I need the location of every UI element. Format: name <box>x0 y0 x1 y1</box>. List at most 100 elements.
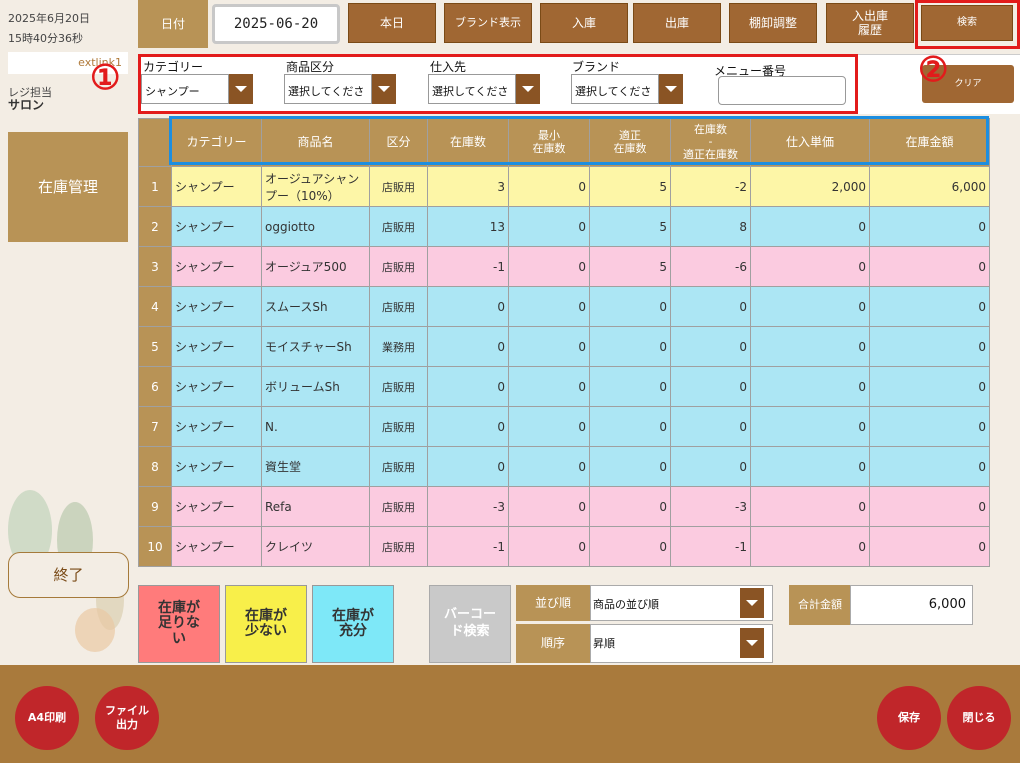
cell-category: シャンプー <box>171 526 262 567</box>
cell-stock: -3 <box>427 486 509 527</box>
cell-unit-price: 0 <box>750 446 870 487</box>
cell-unit-price: 0 <box>750 526 870 567</box>
cell-category: シャンプー <box>171 326 262 367</box>
file-output-button[interactable]: ファイル 出力 <box>95 686 159 750</box>
save-button[interactable]: 保存 <box>877 686 941 750</box>
row-index: 2 <box>138 206 172 247</box>
cell-proper-stock: 0 <box>589 486 671 527</box>
barcode-search-button[interactable]: バーコー ド検索 <box>429 585 511 663</box>
row-index: 6 <box>138 366 172 407</box>
table-row[interactable]: 4 シャンプー スムースSh 店販用 0 0 0 0 0 0 <box>138 286 990 327</box>
legend-enough[interactable]: 在庫が 充分 <box>312 585 394 663</box>
legend-shortage[interactable]: 在庫が 足りな い <box>138 585 220 663</box>
cell-kubun: 店販用 <box>369 406 428 447</box>
cell-amount: 0 <box>869 446 990 487</box>
cell-category: シャンプー <box>171 246 262 287</box>
header-amount[interactable]: 在庫金額 <box>869 118 990 167</box>
row-index: 3 <box>138 246 172 287</box>
table-row[interactable]: 6 シャンプー ボリュームSh 店販用 0 0 0 0 0 0 <box>138 366 990 407</box>
cell-min-stock: 0 <box>508 526 590 567</box>
search-button[interactable]: 検索 <box>921 5 1013 41</box>
header-product-name[interactable]: 商品名 <box>261 118 370 167</box>
a4-print-button[interactable]: A4印刷 <box>15 686 79 750</box>
cell-proper-stock: 0 <box>589 366 671 407</box>
cell-amount: 0 <box>869 206 990 247</box>
stock-out-button[interactable]: 出庫 <box>633 3 721 43</box>
brand-select[interactable]: 選択してくださ <box>571 74 659 104</box>
brand-label: ブランド <box>572 60 621 74</box>
header-unit-price[interactable]: 仕入単価 <box>750 118 870 167</box>
cell-category: シャンプー <box>171 406 262 447</box>
cell-proper-stock: 0 <box>589 406 671 447</box>
cell-category: シャンプー <box>171 486 262 527</box>
table-row[interactable]: 8 シャンプー 資生堂 店販用 0 0 0 0 0 0 <box>138 446 990 487</box>
cell-unit-price: 0 <box>750 366 870 407</box>
marker-1: ① <box>90 58 121 98</box>
today-button[interactable]: 本日 <box>348 3 436 43</box>
product-type-label: 商品区分 <box>286 60 335 74</box>
cell-min-stock: 0 <box>508 286 590 327</box>
end-button[interactable]: 終了 <box>8 552 129 598</box>
cell-stock-diff: -6 <box>670 246 751 287</box>
header-proper-stock[interactable]: 適正 在庫数 <box>589 118 671 167</box>
row-index: 8 <box>138 446 172 487</box>
category-select[interactable]: シャンプー <box>141 74 229 104</box>
chevron-down-icon[interactable] <box>229 74 253 104</box>
header-stock[interactable]: 在庫数 <box>427 118 509 167</box>
table-row[interactable]: 10 シャンプー クレイツ 店販用 -1 0 0 -1 0 0 <box>138 526 990 567</box>
cell-amount: 6,000 <box>869 166 990 207</box>
cell-product-name: スムースSh <box>261 286 370 327</box>
supplier-select[interactable]: 選択してくださ <box>428 74 516 104</box>
table-header-row: カテゴリー 商品名 区分 在庫数 最小 在庫数 適正 在庫数 在庫数 - 適正在… <box>138 118 990 167</box>
cell-product-name: クレイツ <box>261 526 370 567</box>
menu-number-input[interactable] <box>718 76 846 105</box>
inventory-table: カテゴリー 商品名 区分 在庫数 最小 在庫数 適正 在庫数 在庫数 - 適正在… <box>138 118 990 567</box>
current-date: 2025年6月20日 <box>8 12 90 25</box>
cell-min-stock: 0 <box>508 486 590 527</box>
cell-stock-diff: 0 <box>670 446 751 487</box>
cell-product-name: Refa <box>261 486 370 527</box>
table-row[interactable]: 3 シャンプー オージュア500 店販用 -1 0 5 -6 0 0 <box>138 246 990 287</box>
cell-stock: 3 <box>427 166 509 207</box>
header-category[interactable]: カテゴリー <box>171 118 262 167</box>
header-min-stock[interactable]: 最小 在庫数 <box>508 118 590 167</box>
cell-stock: 0 <box>427 446 509 487</box>
header-kubun[interactable]: 区分 <box>369 118 428 167</box>
close-button[interactable]: 閉じる <box>947 686 1011 750</box>
table-row[interactable]: 7 シャンプー N. 店販用 0 0 0 0 0 0 <box>138 406 990 447</box>
table-row[interactable]: 2 シャンプー oggiotto 店販用 13 0 5 8 0 0 <box>138 206 990 247</box>
legend-low[interactable]: 在庫が 少ない <box>225 585 307 663</box>
inventory-management-tile[interactable]: 在庫管理 <box>8 132 128 242</box>
cell-unit-price: 0 <box>750 286 870 327</box>
stocktake-adjust-button[interactable]: 棚卸調整 <box>729 3 817 43</box>
product-type-select[interactable]: 選択してくださ <box>284 74 372 104</box>
cell-kubun: 店販用 <box>369 366 428 407</box>
date-field[interactable]: 2025-06-20 <box>212 4 340 44</box>
cell-proper-stock: 0 <box>589 326 671 367</box>
stock-in-button[interactable]: 入庫 <box>540 3 628 43</box>
chevron-down-icon[interactable] <box>372 74 396 104</box>
cell-amount: 0 <box>869 246 990 287</box>
chevron-down-icon[interactable] <box>659 74 683 104</box>
staff-name: サロン <box>8 98 45 112</box>
brand-display-button[interactable]: ブランド表示 <box>444 3 532 43</box>
cell-min-stock: 0 <box>508 406 590 447</box>
table-row[interactable]: 1 シャンプー オージュアシャンプー（10%） 店販用 3 0 5 -2 2,000 6,000 <box>138 166 990 207</box>
cell-proper-stock: 5 <box>589 246 671 287</box>
cell-unit-price: 0 <box>750 246 870 287</box>
cell-min-stock: 0 <box>508 326 590 367</box>
table-row[interactable]: 9 シャンプー Refa 店販用 -3 0 0 -3 0 0 <box>138 486 990 527</box>
chevron-down-icon[interactable] <box>740 628 764 658</box>
chevron-down-icon[interactable] <box>740 588 764 618</box>
header-stock-diff[interactable]: 在庫数 - 適正在庫数 <box>670 118 751 167</box>
cell-min-stock: 0 <box>508 206 590 247</box>
history-button[interactable]: 入出庫 履歴 <box>826 3 914 43</box>
cell-min-stock: 0 <box>508 166 590 207</box>
cell-stock-diff: -3 <box>670 486 751 527</box>
chevron-down-icon[interactable] <box>516 74 540 104</box>
cell-product-name: オージュア500 <box>261 246 370 287</box>
row-index: 1 <box>138 166 172 207</box>
cell-proper-stock: 5 <box>589 206 671 247</box>
sort-direction-label: 順序 <box>516 624 590 663</box>
table-row[interactable]: 5 シャンプー モイスチャーSh 業務用 0 0 0 0 0 0 <box>138 326 990 367</box>
